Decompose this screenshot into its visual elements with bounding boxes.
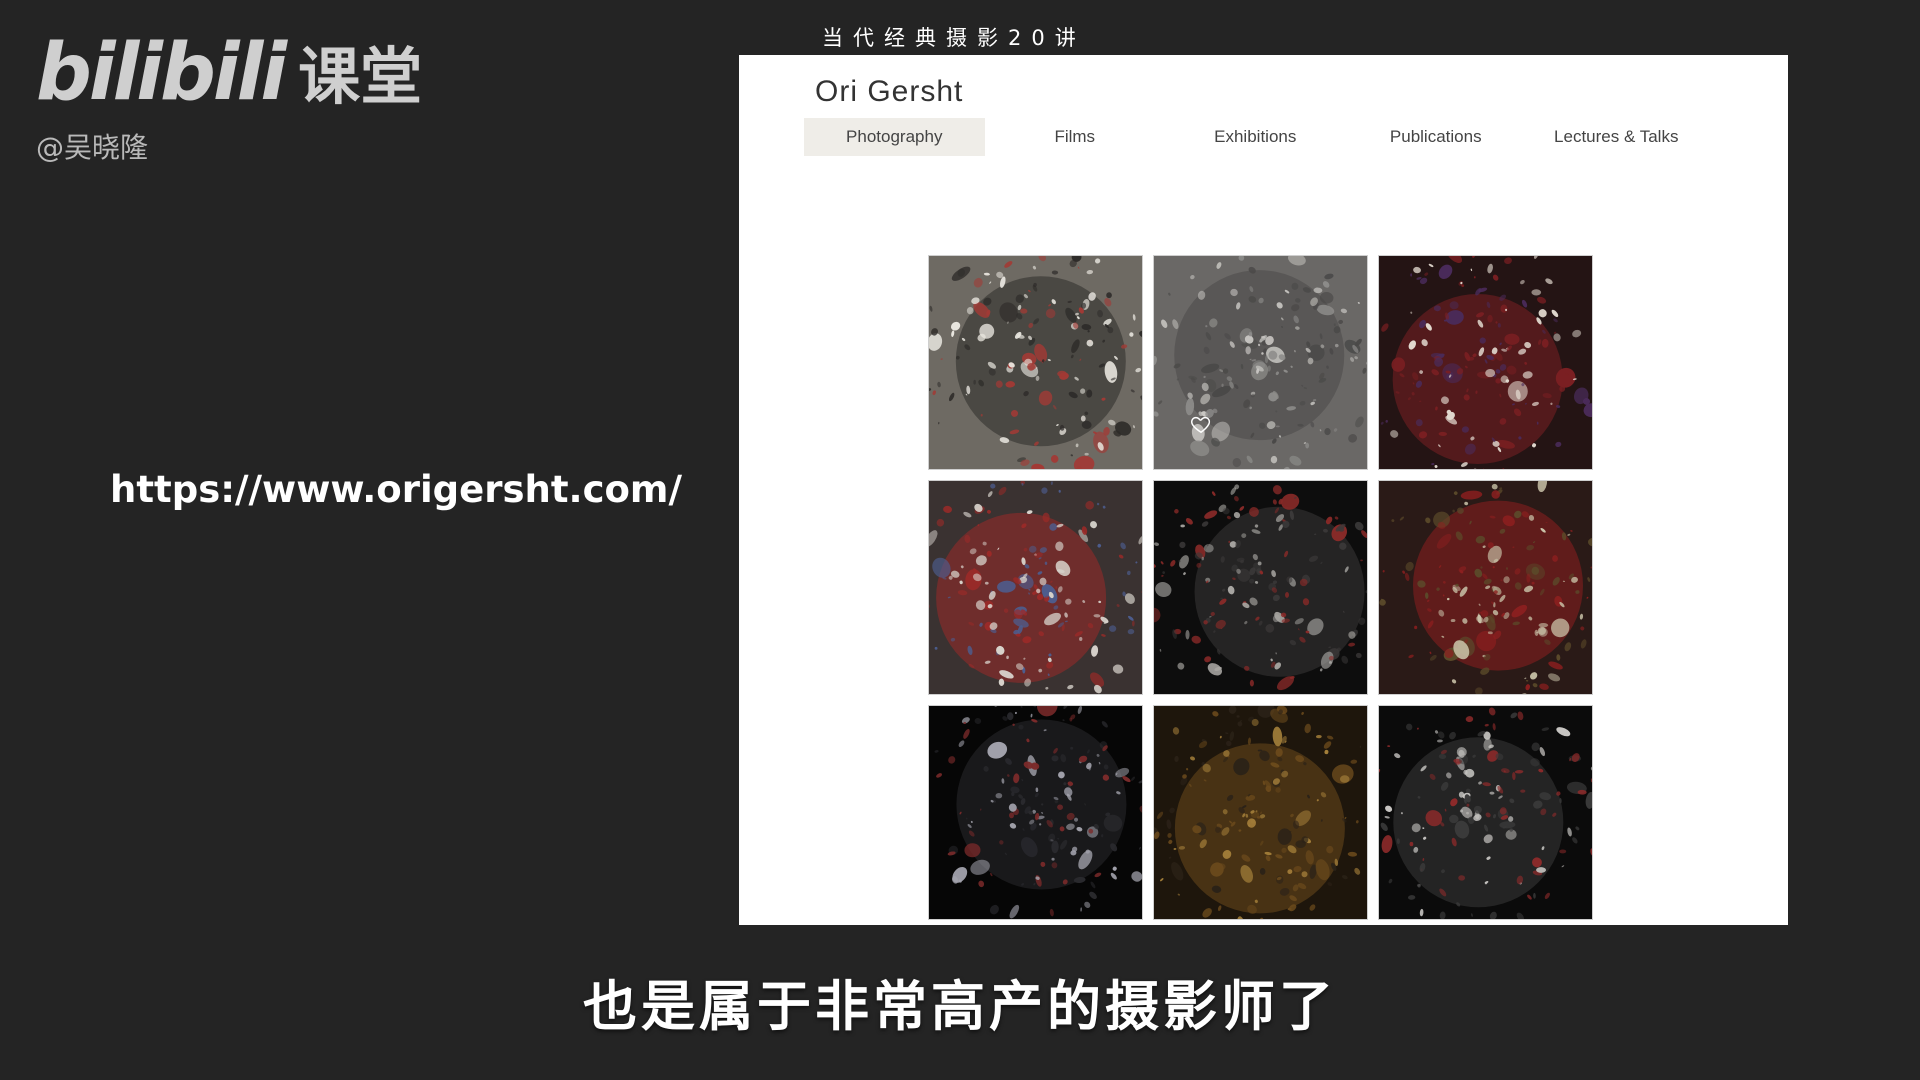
nav-exhibitions[interactable]: Exhibitions [1165,118,1346,156]
flower-photo-9[interactable] [1378,705,1593,920]
nav-photography[interactable]: Photography [804,118,985,156]
brand-logo-suffix: 课堂 [298,40,423,113]
flower-photo-2[interactable] [1153,255,1368,470]
flower-photo-7[interactable] [928,705,1143,920]
site-title[interactable]: Ori Gersht [815,75,963,109]
flower-photo-4[interactable] [928,480,1143,695]
flower-photo-1[interactable] [928,255,1143,470]
flower-photo-8[interactable] [1153,705,1368,920]
video-subtitle: 也是属于非常高产的摄影师了 [583,975,1337,1038]
heart-icon[interactable] [1190,413,1212,435]
flower-photo-5[interactable] [1153,480,1368,695]
nav-publications[interactable]: Publications [1346,118,1527,156]
author-handle: @吴晓隆 [36,131,149,164]
site-nav: Photography Films Exhibitions Publicatio… [804,118,1707,156]
flower-photo-6[interactable] [1378,480,1593,695]
website-screenshot: Ori Gersht Photography Films Exhibitions… [739,55,1788,925]
bilibili-logo: bilibili 课堂 [36,34,422,112]
website-url: https://www.origersht.com/ [110,468,682,511]
course-title: 当代经典摄影20讲 [822,26,1086,50]
nav-films[interactable]: Films [985,118,1166,156]
photo-gallery-grid [928,255,1593,920]
nav-lectures-talks[interactable]: Lectures & Talks [1526,118,1707,156]
brand-logo-text: bilibili [36,28,287,118]
flower-photo-3[interactable] [1378,255,1593,470]
